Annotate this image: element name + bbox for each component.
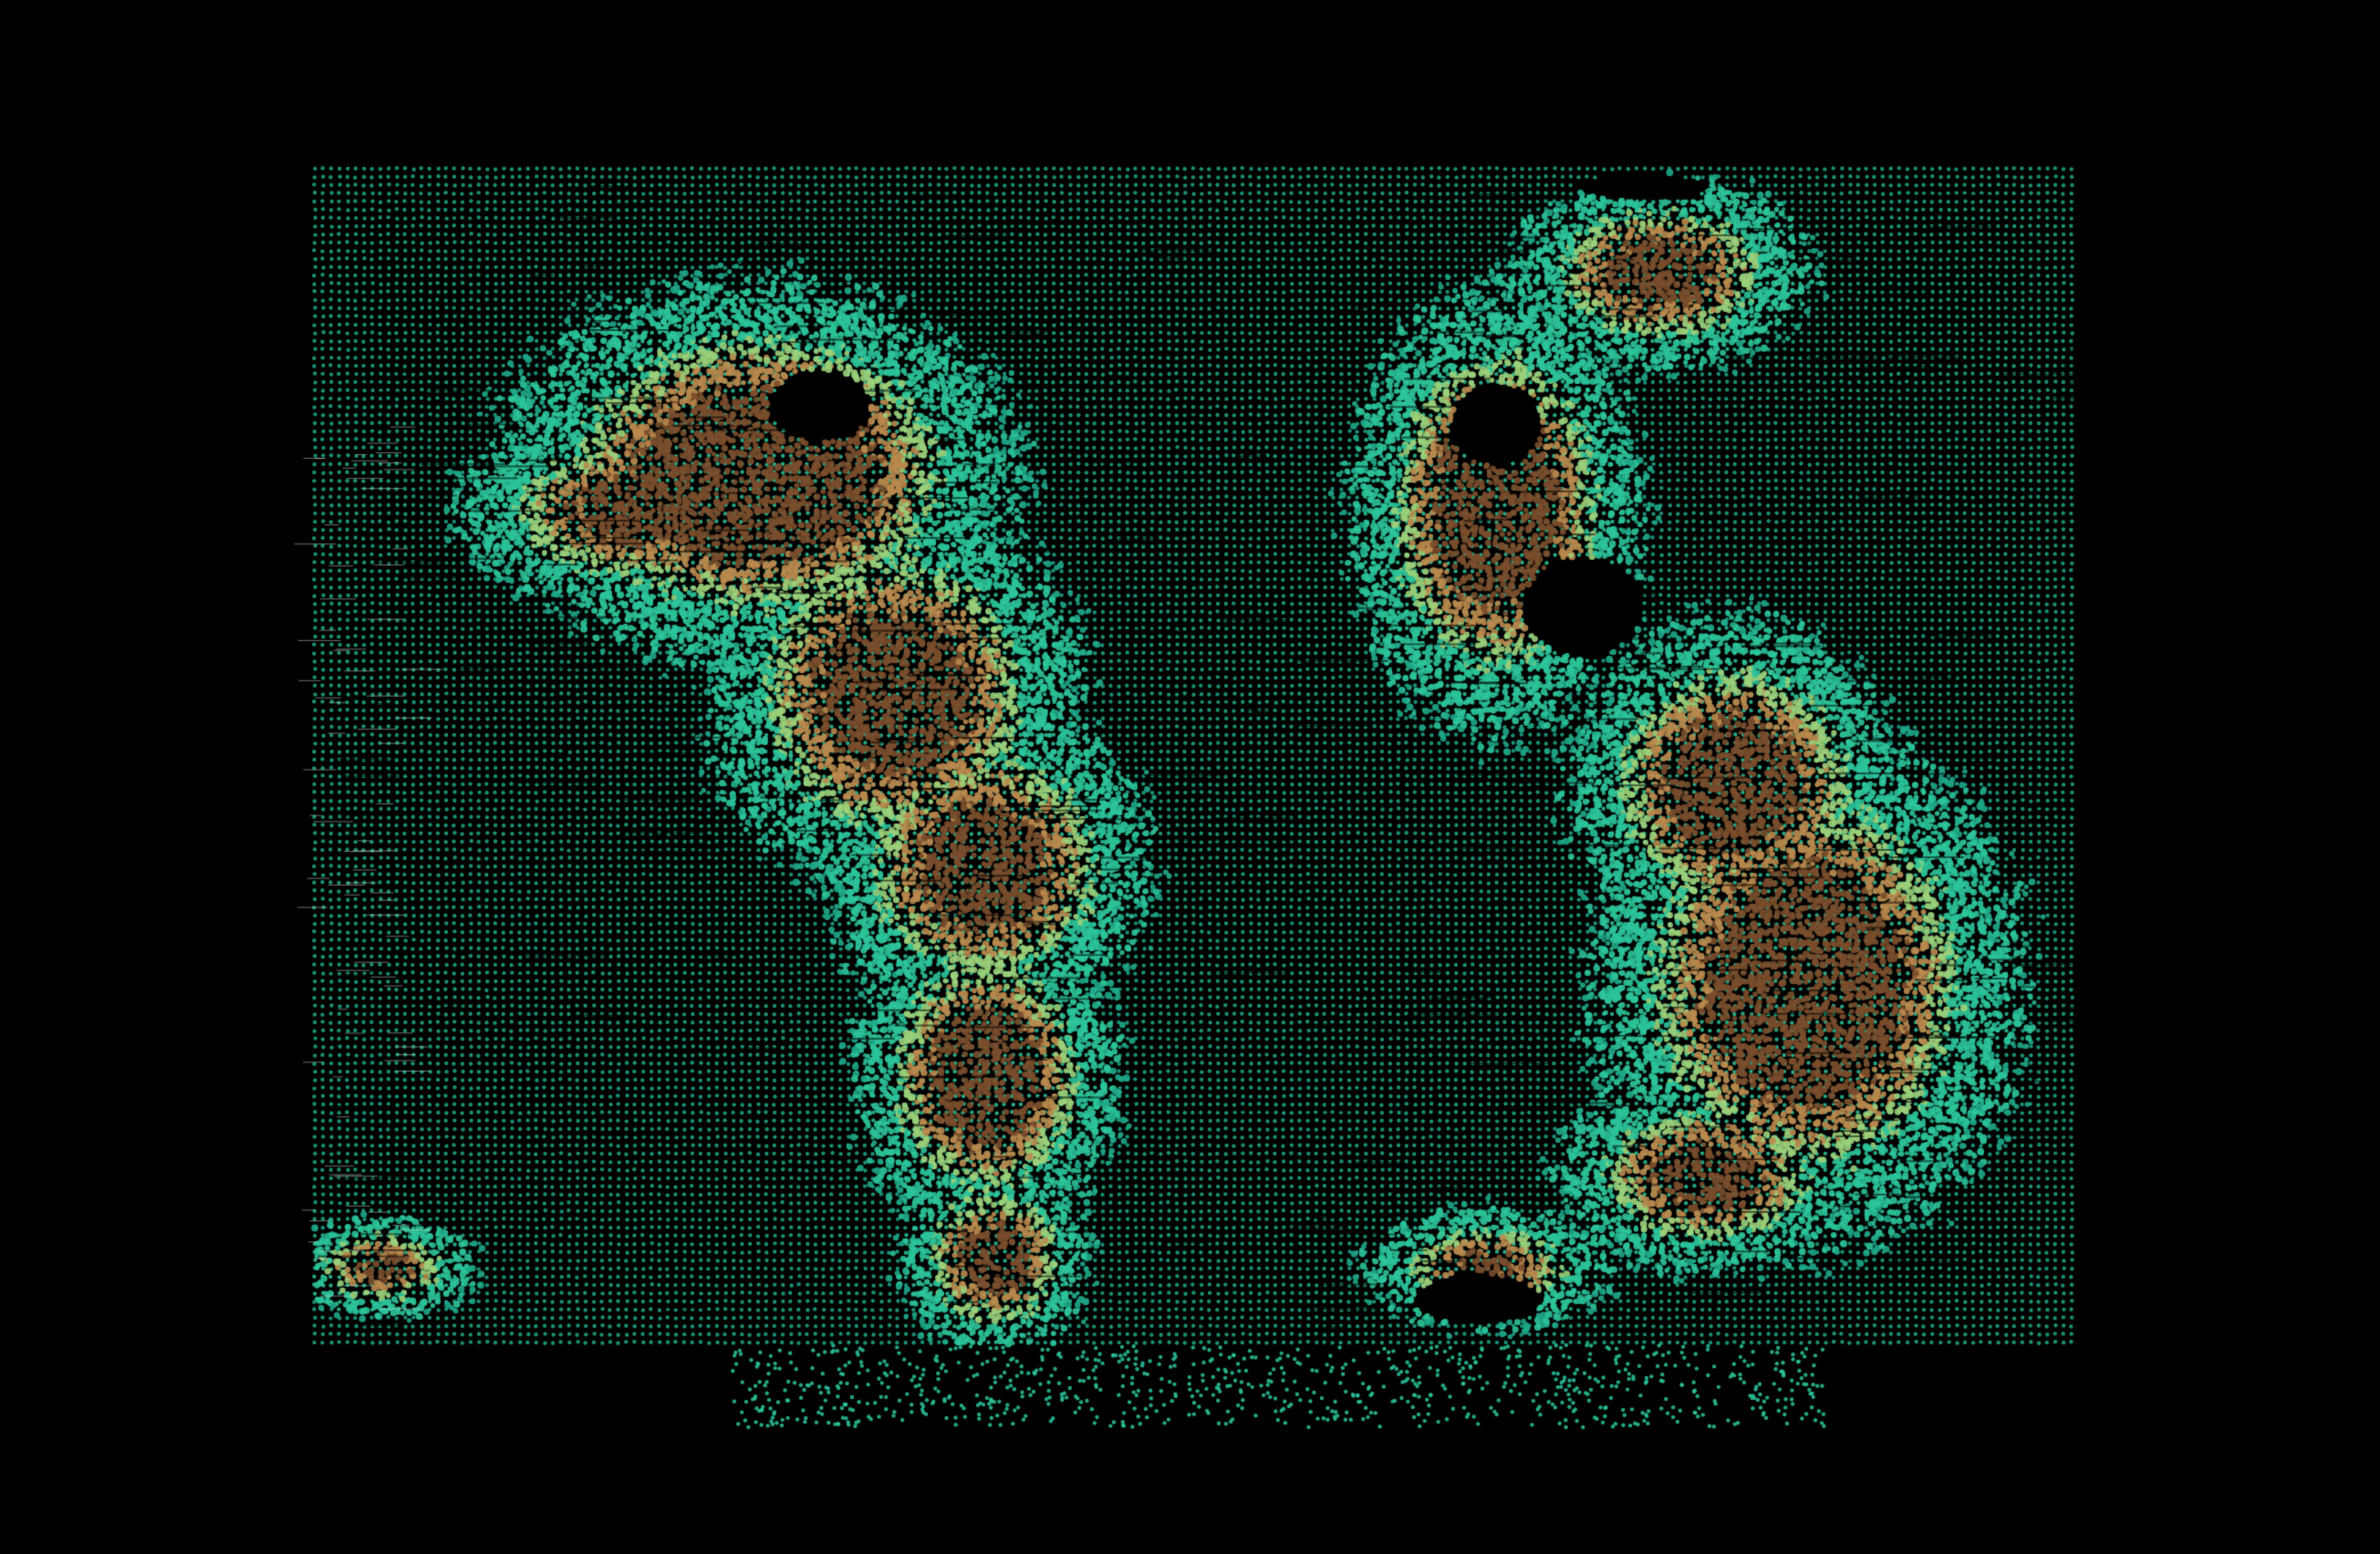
render-viewport (0, 0, 2380, 1554)
point-cloud-terrain-render (0, 0, 2380, 1554)
